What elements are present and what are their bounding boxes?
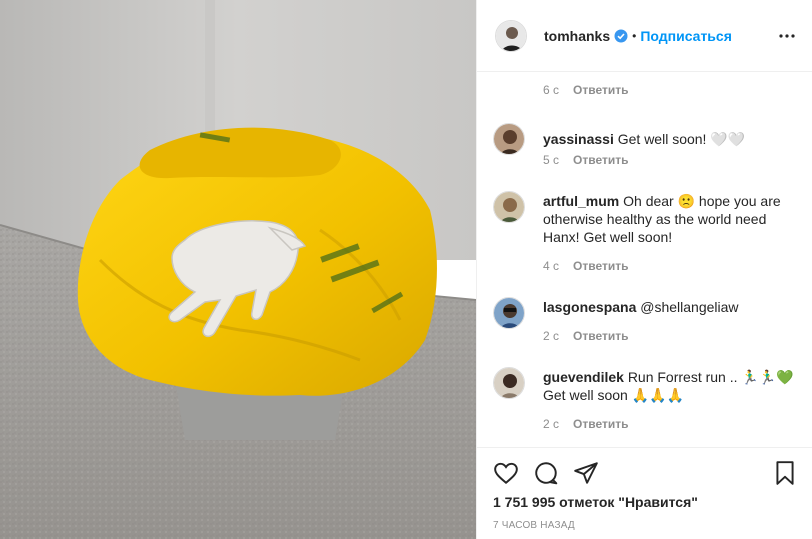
post-timestamp: 7 ЧАСОВ НАЗАД <box>493 520 575 531</box>
likes-count[interactable]: 1 751 995 отметок "Нравится" <box>493 494 698 510</box>
comment-time: 2 с <box>543 417 560 431</box>
reply-button[interactable]: Ответить <box>573 153 628 167</box>
reply-button[interactable]: Ответить <box>573 83 628 97</box>
comment-icon[interactable] <box>533 460 559 486</box>
commenter-avatar[interactable] <box>493 297 525 329</box>
author-username[interactable]: tomhanks <box>544 28 610 44</box>
avatar-image <box>496 20 526 51</box>
paper-plane-icon[interactable] <box>573 460 599 486</box>
comment-text: @shellangeliaw <box>640 299 739 315</box>
post-header: tomhanks • Подписаться <box>477 0 812 72</box>
comment-item: lasgonespana @shellangeliaw <box>493 297 798 329</box>
comment-meta: 6 с Ответить <box>543 83 628 97</box>
commenter-avatar[interactable] <box>493 191 525 223</box>
post-sidebar: tomhanks • Подписаться 6 с Ответить yass… <box>476 0 812 539</box>
comment-time: 2 с <box>543 329 560 343</box>
post-image <box>0 0 476 539</box>
more-options-icon[interactable] <box>778 27 796 45</box>
commenter-username[interactable]: guevendilek <box>543 369 624 385</box>
comment-meta: 2 с Ответить <box>543 329 628 343</box>
comment-time: 4 с <box>543 259 560 273</box>
comment-meta: 4 с Ответить <box>543 259 628 273</box>
commenter-username[interactable]: artful_mum <box>543 193 619 209</box>
comment-time: 6 с <box>543 83 560 97</box>
bookmark-icon[interactable] <box>772 460 798 486</box>
comments-list[interactable]: 6 с Ответить yassinassi Get well soon! 🤍… <box>477 73 812 447</box>
comment-item: guevendilek Run Forrest run .. 🏃‍♂️🏃‍♂️💚… <box>493 367 798 404</box>
reply-button[interactable]: Ответить <box>573 417 628 431</box>
comment-meta: 2 с Ответить <box>543 417 628 431</box>
reply-button[interactable]: Ответить <box>573 259 628 273</box>
verified-badge-icon <box>614 29 628 43</box>
commenter-avatar[interactable] <box>493 367 525 399</box>
follow-button[interactable]: Подписаться <box>640 28 732 44</box>
comment-meta: 5 с Ответить <box>543 153 628 167</box>
separator-dot: • <box>632 28 637 43</box>
comment-item: yassinassi Get well soon! 🤍🤍 <box>493 123 798 155</box>
comment-text: Get well soon! 🤍🤍 <box>617 131 746 147</box>
post-photo[interactable] <box>0 0 476 539</box>
commenter-username[interactable]: yassinassi <box>543 131 614 147</box>
commenter-avatar[interactable] <box>493 123 525 155</box>
comment-time: 5 с <box>543 153 560 167</box>
heart-icon[interactable] <box>493 460 519 486</box>
comment-item: artful_mum Oh dear 🙁 hope you are otherw… <box>493 191 798 246</box>
commenter-username[interactable]: lasgonespana <box>543 299 636 315</box>
reply-button[interactable]: Ответить <box>573 329 628 343</box>
author-avatar[interactable] <box>495 19 527 52</box>
post-actions: 1 751 995 отметок "Нравится" 7 ЧАСОВ НАЗ… <box>477 447 812 539</box>
